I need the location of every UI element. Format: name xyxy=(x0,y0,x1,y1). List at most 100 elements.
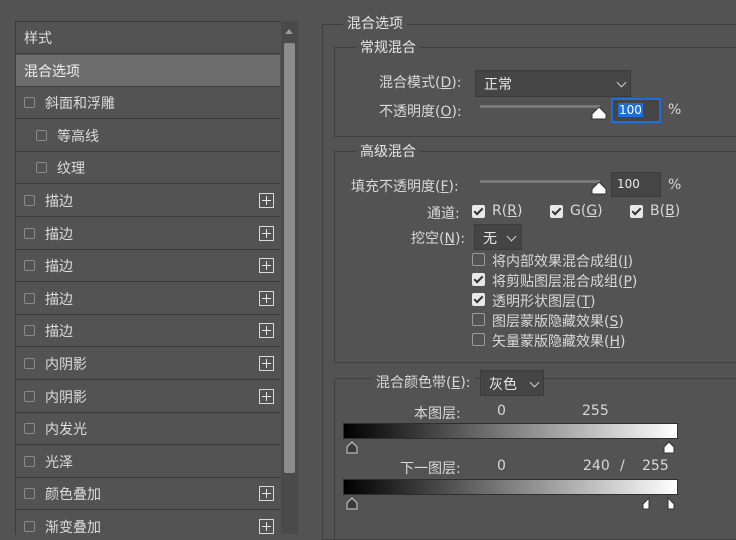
blend-if-group xyxy=(334,378,736,540)
style-item-14[interactable]: 渐变叠加 xyxy=(16,511,280,535)
underlying-low-value: 0 xyxy=(497,458,506,474)
style-item-label: 描边 xyxy=(45,193,73,210)
opacity-input[interactable]: 100 xyxy=(611,98,661,123)
this-layer-high-value: 255 xyxy=(582,403,609,419)
style-item-0[interactable]: 混合选项 xyxy=(16,55,280,87)
style-item-9[interactable]: 内阴影 xyxy=(16,348,280,380)
style-item-6[interactable]: 描边 xyxy=(16,250,280,282)
style-item-2[interactable]: 等高线 xyxy=(16,120,280,152)
style-checkbox[interactable] xyxy=(24,97,35,108)
channel-r-checkbox[interactable] xyxy=(472,205,485,218)
chevron-down-icon xyxy=(529,377,540,388)
add-effect-plus-icon[interactable] xyxy=(259,258,274,273)
style-checkbox[interactable] xyxy=(24,260,35,271)
blend-mode-dropdown[interactable]: 正常 xyxy=(475,70,631,97)
this-layer-black-slider[interactable] xyxy=(345,441,359,455)
add-effect-plus-icon[interactable] xyxy=(259,193,274,208)
knockout-dropdown[interactable]: 无 xyxy=(474,224,522,250)
scroll-thumb[interactable] xyxy=(284,43,295,473)
underlying-split-value: 240 xyxy=(583,458,610,474)
style-item-label: 内发光 xyxy=(45,421,87,438)
this-layer-label: 本图层: xyxy=(414,406,461,422)
style-checkbox[interactable] xyxy=(24,521,35,532)
fill-opacity-slider-handle[interactable] xyxy=(591,182,607,195)
style-item-label: 描边 xyxy=(45,226,73,243)
add-effect-plus-icon[interactable] xyxy=(259,323,274,338)
style-item-10[interactable]: 内阴影 xyxy=(16,381,280,413)
underlying-high-value: 255 xyxy=(642,458,669,474)
style-item-7[interactable]: 描边 xyxy=(16,283,280,315)
style-checkbox[interactable] xyxy=(24,358,35,369)
add-effect-plus-icon[interactable] xyxy=(259,389,274,404)
channel-g-checkbox[interactable] xyxy=(550,205,563,218)
underlying-white-slider-left-half[interactable] xyxy=(641,497,651,511)
advanced-option-checkbox-4[interactable] xyxy=(472,333,485,346)
fill-opacity-percent: % xyxy=(668,177,682,193)
fill-opacity-input[interactable]: 100 xyxy=(611,172,661,197)
opacity-slider-handle[interactable] xyxy=(591,107,607,120)
style-item-label: 斜面和浮雕 xyxy=(45,95,115,112)
style-item-5[interactable]: 描边 xyxy=(16,218,280,250)
general-blending-title: 常规混合 xyxy=(356,37,420,57)
opacity-slider-track[interactable] xyxy=(480,105,600,108)
knockout-value: 无 xyxy=(483,231,497,247)
underlying-gradient-bar[interactable] xyxy=(343,479,678,495)
channel-b-label[interactable]: B(B) xyxy=(650,203,680,219)
underlying-white-slider-right-half[interactable] xyxy=(666,497,676,511)
style-checkbox[interactable] xyxy=(24,456,35,467)
channel-r-label[interactable]: R(R) xyxy=(492,203,522,219)
add-effect-plus-icon[interactable] xyxy=(259,226,274,241)
style-item-label: 内阴影 xyxy=(45,356,87,373)
styles-header: 样式 xyxy=(16,22,280,54)
channels-label: 通道: xyxy=(427,206,460,222)
blend-if-dropdown[interactable]: 灰色 xyxy=(480,370,544,396)
style-checkbox[interactable] xyxy=(24,391,35,402)
styles-list: 样式 混合选项 斜面和浮雕 等高线 纹理 描边 描边 描边 描边 描边 内阴影 内阴影 内发光 光泽 颜色叠… xyxy=(15,21,280,535)
styles-scrollbar[interactable] xyxy=(281,21,298,534)
chevron-down-icon xyxy=(506,231,517,242)
style-item-label: 渐变叠加 xyxy=(45,519,101,536)
channel-b-checkbox[interactable] xyxy=(630,205,643,218)
advanced-option-label-3[interactable]: 图层蒙版隐藏效果(S) xyxy=(492,311,624,331)
advanced-option-label-2[interactable]: 透明形状图层(T) xyxy=(492,291,596,311)
style-item-1[interactable]: 斜面和浮雕 xyxy=(16,87,280,119)
underlying-black-slider[interactable] xyxy=(345,497,359,511)
style-checkbox[interactable] xyxy=(24,293,35,304)
advanced-blending-title: 高级混合 xyxy=(356,141,420,161)
this-layer-white-slider[interactable] xyxy=(662,441,676,455)
style-item-12[interactable]: 光泽 xyxy=(16,446,280,478)
add-effect-plus-icon[interactable] xyxy=(259,291,274,306)
style-checkbox[interactable] xyxy=(36,162,47,173)
advanced-option-checkbox-0[interactable] xyxy=(472,253,485,266)
style-item-11[interactable]: 内发光 xyxy=(16,413,280,445)
style-item-3[interactable]: 纹理 xyxy=(16,152,280,184)
advanced-option-checkbox-3[interactable] xyxy=(472,313,485,326)
style-checkbox[interactable] xyxy=(24,488,35,499)
style-item-label: 光泽 xyxy=(45,454,73,471)
channel-g-label[interactable]: G(G) xyxy=(570,203,603,219)
style-checkbox[interactable] xyxy=(24,228,35,239)
advanced-option-label-1[interactable]: 将剪贴图层混合成组(P) xyxy=(492,271,637,291)
add-effect-plus-icon[interactable] xyxy=(259,486,274,501)
add-effect-plus-icon[interactable] xyxy=(259,356,274,371)
scroll-up-icon[interactable] xyxy=(285,29,293,34)
style-item-label: 纹理 xyxy=(57,160,85,177)
style-checkbox[interactable] xyxy=(24,325,35,336)
style-item-8[interactable]: 描边 xyxy=(16,315,280,347)
fill-opacity-slider-track[interactable] xyxy=(480,180,600,183)
this-layer-gradient-bar[interactable] xyxy=(343,423,678,439)
advanced-option-label-0[interactable]: 将内部效果混合成组(I) xyxy=(492,251,633,271)
add-effect-plus-icon[interactable] xyxy=(259,519,274,534)
advanced-option-checkbox-2[interactable] xyxy=(472,293,485,306)
blend-mode-label: 混合模式(D): xyxy=(379,75,462,91)
style-item-4[interactable]: 描边 xyxy=(16,185,280,217)
style-item-label: 内阴影 xyxy=(45,389,87,406)
style-checkbox[interactable] xyxy=(24,195,35,206)
style-checkbox[interactable] xyxy=(36,130,47,141)
advanced-option-label-4[interactable]: 矢量蒙版隐藏效果(H) xyxy=(492,331,625,351)
advanced-option-checkbox-1[interactable] xyxy=(472,273,485,286)
style-item-13[interactable]: 颜色叠加 xyxy=(16,478,280,510)
blend-if-label: 混合颜色带(E): xyxy=(372,372,475,392)
style-checkbox[interactable] xyxy=(24,423,35,434)
chevron-down-icon xyxy=(616,77,627,88)
